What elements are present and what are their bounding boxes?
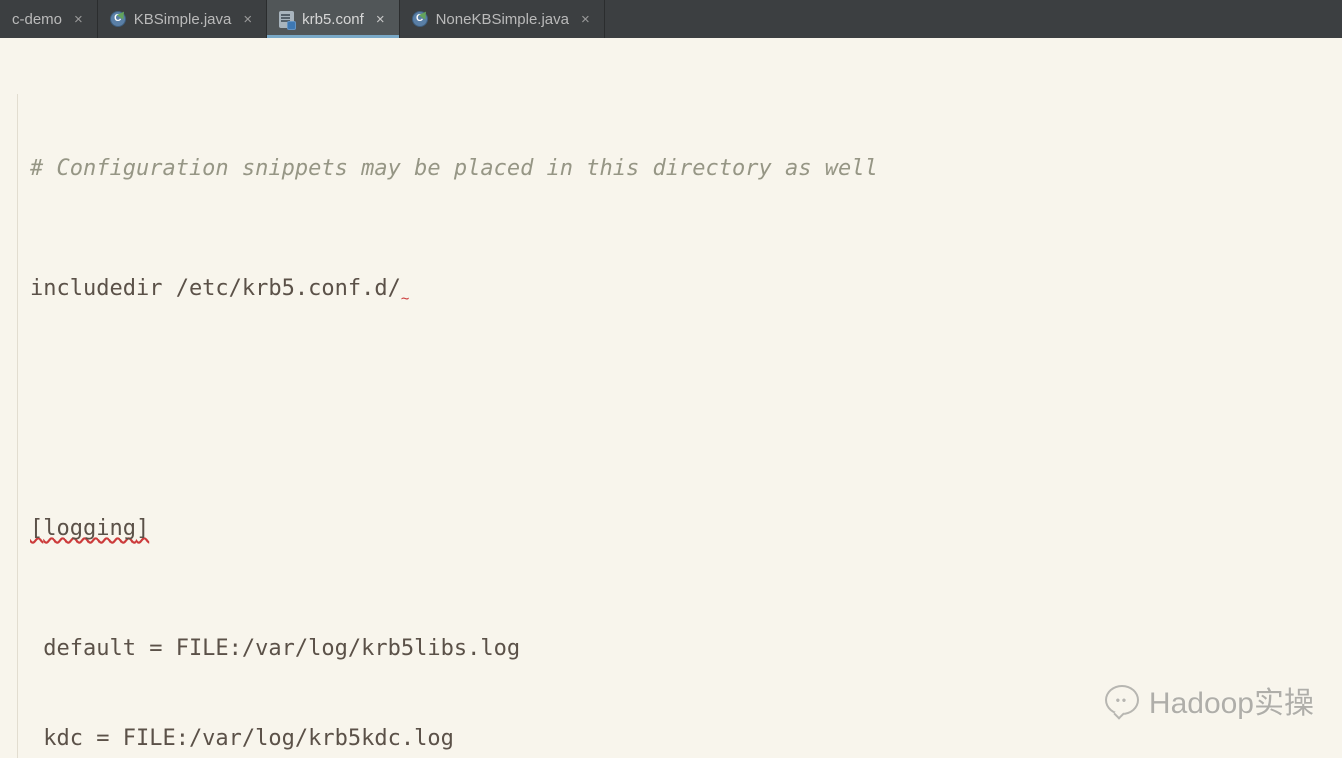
code-text: kdc = FILE:/var/log/krb5kdc.log [30,726,454,751]
spellcheck-squiggle-icon: ~ [401,292,409,306]
config-file-icon [279,11,294,28]
java-class-icon [110,11,126,27]
tab-label: c-demo [12,11,62,28]
editor-tab-bar: c-demo × KBSimple.java × krb5.conf × Non… [0,0,1342,38]
close-icon[interactable]: × [74,12,83,27]
code-comment: # Configuration snippets may be placed i… [30,156,878,181]
tab-c-demo[interactable]: c-demo × [0,0,98,38]
code-text: [logging] [30,516,149,541]
close-icon[interactable]: × [581,12,590,27]
editor-top-gap [0,38,1342,94]
tab-nonekbsimple[interactable]: NoneKBSimple.java × [400,0,605,38]
code-editor[interactable]: # Configuration snippets may be placed i… [0,94,1342,758]
tab-krb5-conf[interactable]: krb5.conf × [267,0,399,38]
tab-label: NoneKBSimple.java [436,11,569,28]
code-text: default = FILE:/var/log/krb5libs.log [30,636,520,661]
java-class-icon [412,11,428,27]
tab-label: krb5.conf [302,11,364,28]
code-text: includedir /etc/krb5.conf.d/ [30,276,401,301]
close-icon[interactable]: × [376,12,385,27]
close-icon[interactable]: × [243,12,252,27]
tab-kbsimple[interactable]: KBSimple.java × [98,0,267,38]
tab-label: KBSimple.java [134,11,232,28]
